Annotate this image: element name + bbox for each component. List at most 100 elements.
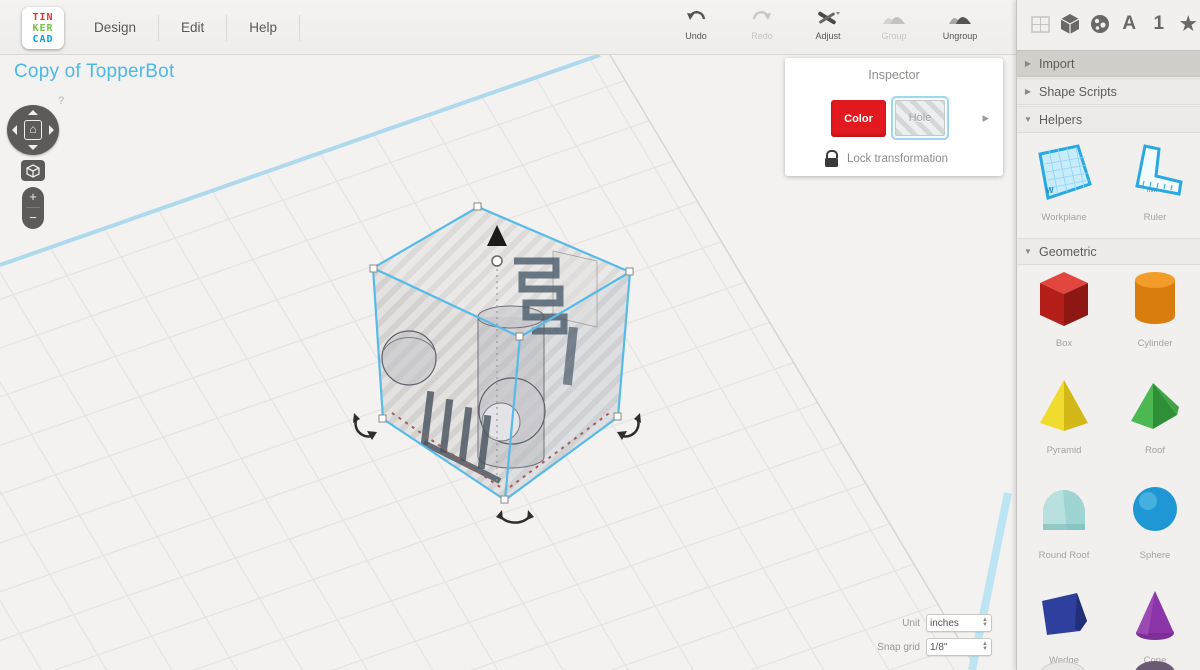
unit-select[interactable]: inches ▲▼ <box>926 614 992 632</box>
menu-design[interactable]: Design <box>72 20 158 35</box>
redo-icon <box>736 6 788 30</box>
section-label: Helpers <box>1039 113 1082 127</box>
section-geometric[interactable]: ▼ Geometric <box>1017 238 1200 265</box>
tile-label: Box <box>1018 338 1110 349</box>
top-bar: TIN KER CAD Design Edit Help Undo <box>0 0 1016 55</box>
ruler-helper-icon: mm <box>1123 140 1187 204</box>
community-shapes-category-icon[interactable] <box>1088 11 1112 37</box>
pyramid-shape-icon <box>1035 375 1093 437</box>
shapes-sidebar: A 1 ★ ▶ Import ▶ Shape Scripts ▼ Helpers <box>1016 0 1200 670</box>
helper-ruler-tile[interactable]: mm Ruler <box>1109 140 1200 223</box>
snap-grid-select[interactable]: 1/8" ▲▼ <box>926 638 992 656</box>
unit-value: inches <box>930 618 959 629</box>
group-label: Group <box>868 31 920 41</box>
adjust-button[interactable]: Adjust <box>802 6 854 41</box>
viewport-canvas[interactable]: Copy of TopperBot ? ⌂ + − Inspector Colo… <box>0 55 1016 670</box>
tile-label: Pyramid <box>1018 445 1110 456</box>
design-title[interactable]: Copy of TopperBot <box>14 61 174 83</box>
section-label: Geometric <box>1039 245 1097 259</box>
workplane-category-icon[interactable] <box>1029 11 1053 37</box>
cylinder-shape-icon <box>1126 268 1184 330</box>
orbit-gizmo[interactable]: ⌂ <box>7 105 59 155</box>
chevron-right-icon[interactable]: ▸ <box>982 110 989 126</box>
zoom-out-button[interactable]: − <box>22 208 44 228</box>
hole-pattern: Hole <box>895 100 945 136</box>
shape-cone-tile[interactable]: Cone <box>1109 585 1200 666</box>
shape-box-tile[interactable]: Box <box>1018 268 1110 349</box>
shape-roof-tile[interactable]: Roof <box>1109 375 1200 456</box>
grid-settings: Unit inches ▲▼ Snap grid 1/8" ▲▼ <box>877 608 992 656</box>
tile-label: Workplane <box>1018 212 1110 223</box>
logo-row: TIN <box>32 12 53 23</box>
logo-row: KER <box>32 23 53 34</box>
shape-sphere-tile[interactable]: Sphere <box>1109 480 1200 561</box>
orbit-down-icon[interactable] <box>28 145 38 150</box>
menu-help[interactable]: Help <box>227 20 299 35</box>
solids-category-icon[interactable] <box>1059 11 1083 37</box>
svg-text:W: W <box>1046 186 1054 195</box>
toolbar-actions: Undo Redo Adjust <box>670 6 986 41</box>
chevron-right-icon: ▶ <box>1017 87 1039 96</box>
helper-workplane-tile[interactable]: W Workplane <box>1018 140 1110 223</box>
group-button: Group <box>868 6 920 41</box>
tinkercad-logo-icon[interactable]: TIN KER CAD <box>22 7 64 49</box>
help-hint[interactable]: ? <box>58 95 64 107</box>
tinkercad-app: TIN KER CAD Design Edit Help Undo <box>0 0 1200 670</box>
menu-edit[interactable]: Edit <box>159 20 226 35</box>
section-import[interactable]: ▶ Import <box>1017 50 1200 77</box>
ungroup-label: Ungroup <box>934 31 986 41</box>
zoom-in-button[interactable]: + <box>22 187 44 207</box>
shape-round-roof-tile[interactable]: Round Roof <box>1018 480 1110 561</box>
stepper-icon: ▲▼ <box>982 618 988 628</box>
logo-row: CAD <box>32 34 53 45</box>
lock-label: Lock transformation <box>847 153 948 165</box>
sphere-shape-icon <box>1126 480 1184 542</box>
shape-wedge-tile[interactable]: Wedge <box>1018 585 1110 666</box>
undo-button[interactable]: Undo <box>670 6 722 41</box>
ungroup-button[interactable]: Ungroup <box>934 6 986 41</box>
tile-label: Sphere <box>1109 550 1200 561</box>
fit-view-button[interactable] <box>21 160 45 181</box>
height-handle[interactable] <box>492 256 502 266</box>
zoom-controls[interactable]: + − <box>22 187 44 229</box>
chevron-right-icon: ▶ <box>1017 59 1039 68</box>
orbit-up-icon[interactable] <box>28 110 38 115</box>
snap-grid-label: Snap grid <box>877 642 920 653</box>
main-menu: Design Edit Help <box>72 0 300 55</box>
orbit-right-icon[interactable] <box>49 125 54 135</box>
section-label: Import <box>1039 57 1074 71</box>
section-shape-scripts[interactable]: ▶ Shape Scripts <box>1017 78 1200 105</box>
lock-transformation-row[interactable]: Lock transformation <box>825 150 948 167</box>
round-roof-shape-icon <box>1035 480 1093 542</box>
inspector-panel: Inspector Color Hole ▸ Lock transformati… <box>785 58 1003 176</box>
lock-icon <box>825 150 839 167</box>
undo-icon <box>670 6 722 30</box>
hole-swatch-button[interactable]: Hole <box>891 96 949 140</box>
workplane-helper-icon: W <box>1032 140 1096 204</box>
chevron-down-icon: ▼ <box>1017 247 1039 256</box>
color-swatch-button[interactable]: Color <box>831 100 886 137</box>
box-shape-icon <box>1035 268 1093 330</box>
cube-icon <box>26 164 40 178</box>
stepper-icon: ▲▼ <box>982 642 988 652</box>
orbit-left-icon[interactable] <box>12 125 17 135</box>
shape-category-strip: A 1 ★ <box>1017 0 1200 48</box>
favorites-category-icon[interactable]: ★ <box>1177 11 1200 37</box>
roof-shape-icon <box>1126 375 1184 437</box>
tile-label: Round Roof <box>1018 550 1110 561</box>
shape-pyramid-tile[interactable]: Pyramid <box>1018 375 1110 456</box>
tile-label: Ruler <box>1109 212 1200 223</box>
adjust-label: Adjust <box>802 31 854 41</box>
numbers-category-icon[interactable]: 1 <box>1147 11 1171 37</box>
redo-button: Redo <box>736 6 788 41</box>
adjust-icon <box>802 6 854 30</box>
text-category-icon[interactable]: A <box>1118 11 1142 37</box>
chevron-down-icon: ▼ <box>1017 115 1039 124</box>
section-label: Shape Scripts <box>1039 85 1117 99</box>
redo-label: Redo <box>736 31 788 41</box>
home-view-icon[interactable]: ⌂ <box>24 120 42 140</box>
svg-text:mm: mm <box>1147 188 1157 194</box>
ungroup-icon <box>934 6 986 30</box>
section-helpers[interactable]: ▼ Helpers <box>1017 106 1200 133</box>
shape-cylinder-tile[interactable]: Cylinder <box>1109 268 1200 349</box>
